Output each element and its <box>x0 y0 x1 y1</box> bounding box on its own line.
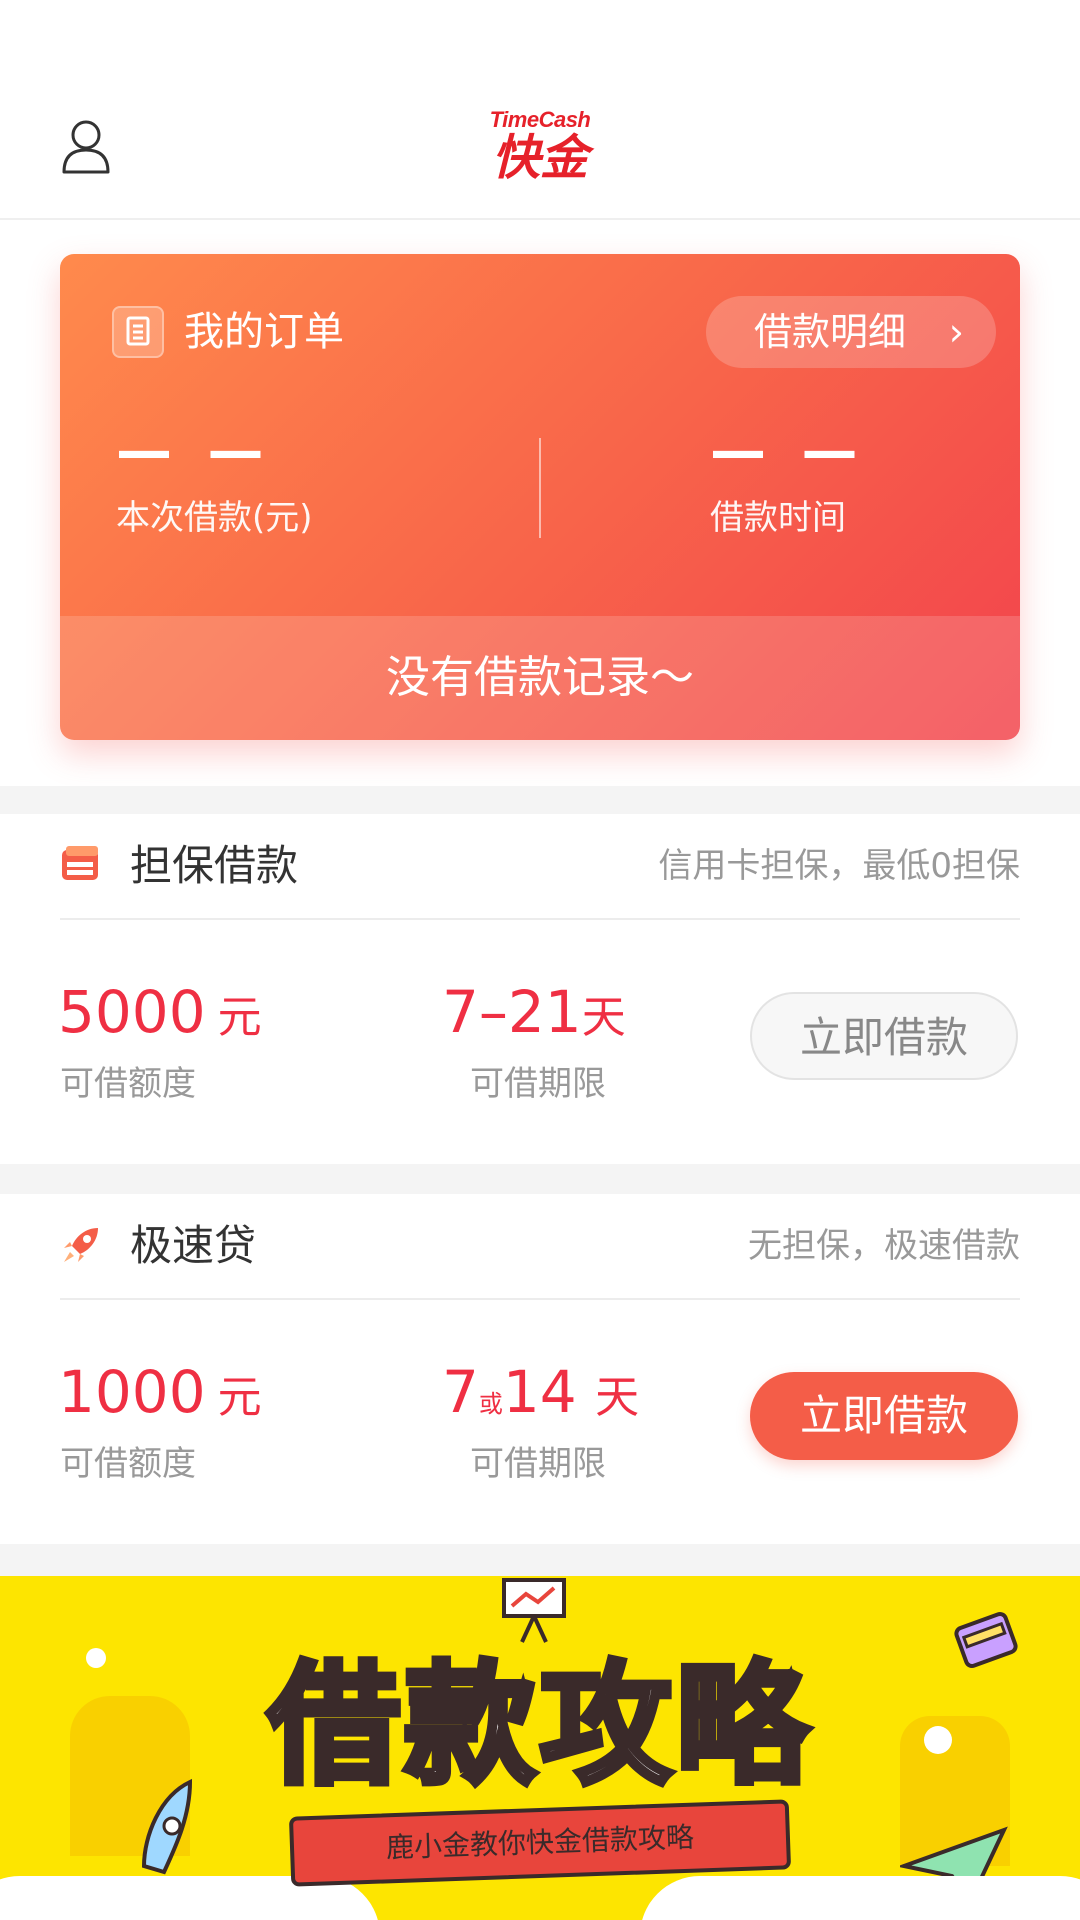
clipboard-icon <box>112 306 164 358</box>
borrow-now-button[interactable]: 立即借款 <box>750 1372 1018 1460</box>
user-icon[interactable] <box>60 118 112 174</box>
no-records-message: 没有借款记录～ <box>60 616 1020 740</box>
loan-amount-label: 本次借款(元) <box>116 498 313 538</box>
credit-limit-number: 1000 <box>58 1358 206 1426</box>
stat-divider <box>539 438 541 538</box>
loan-time-label: 借款时间 <box>710 498 846 538</box>
banner-dot <box>924 1726 952 1754</box>
rocket-icon <box>60 1224 102 1266</box>
loan-term-value: 7–21天 <box>442 980 626 1050</box>
loan-term-value: 7或14 天 <box>442 1360 639 1436</box>
loan-details-button[interactable]: 借款明细 › <box>706 296 996 368</box>
loan-term-number: 7–21 <box>442 978 582 1046</box>
loan-term-label: 可借期限 <box>470 1064 606 1104</box>
banner-cloud <box>640 1876 1080 1920</box>
loan-amount-stat: — — 本次借款(元) <box>116 419 313 542</box>
loan-time-stat: — — 借款时间 <box>710 419 866 542</box>
logo-text-cn: 快金 <box>491 130 588 186</box>
section-gap <box>0 1544 1080 1576</box>
chevron-right-icon: › <box>948 310 964 354</box>
credit-limit-value: 5000 元 <box>58 980 262 1050</box>
product-title: 担保借款 <box>130 841 299 890</box>
loan-term-or: 或 <box>478 1390 503 1418</box>
loan-term-min: 7 <box>442 1358 479 1426</box>
loan-term-unit: 天 <box>581 992 626 1043</box>
my-order-card: 我的订单 借款明细 › — — 本次借款(元) — — 借款时间 没有借款记录～ <box>60 254 1020 740</box>
credit-limit-unit: 元 <box>217 992 262 1043</box>
home-page: TimeCash 快金 我的订单 借款明细 › — — 本次借款(元) — — … <box>0 0 1080 1920</box>
loan-details-label: 借款明细 <box>754 310 907 354</box>
section-gap <box>0 786 1080 814</box>
borrow-now-button[interactable]: 立即借款 <box>750 992 1018 1080</box>
product-tagline: 信用卡担保，最低0担保 <box>658 846 1020 886</box>
loan-time-value: — — <box>710 419 866 484</box>
loan-guide-banner[interactable]: 借款攻略 鹿小金教你快金借款攻略 <box>0 1576 1080 1920</box>
app-logo: TimeCash 快金 <box>480 108 600 188</box>
credit-limit-label: 可借额度 <box>60 1064 196 1104</box>
banner-dot <box>86 1648 106 1668</box>
section-gap <box>0 1164 1080 1194</box>
loan-term-max: 14 <box>502 1358 577 1426</box>
product-divider <box>60 1298 1020 1300</box>
loan-term-unit: 天 <box>595 1372 640 1423</box>
credit-limit-value: 1000 元 <box>58 1360 262 1430</box>
banner-subtitle: 鹿小金教你快金借款攻略 <box>288 1799 792 1887</box>
credit-limit-label: 可借额度 <box>60 1444 196 1484</box>
product-title: 极速贷 <box>130 1221 257 1270</box>
credit-limit-unit: 元 <box>217 1372 262 1423</box>
product-guaranteed-loan: 担保借款 信用卡担保，最低0担保 5000 元 可借额度 7–21天 可借期限 立… <box>0 814 1080 1164</box>
banner-title: 借款攻略 <box>265 1646 812 1806</box>
product-express-loan: 极速贷 无担保，极速借款 1000 元 可借额度 7或14 天 可借期限 立即借款 <box>0 1194 1080 1544</box>
app-header: TimeCash 快金 <box>0 0 1080 220</box>
order-card-title: 我的订单 <box>184 309 344 355</box>
credit-card-icon <box>60 844 102 886</box>
logo-text-en: TimeCash <box>489 107 591 132</box>
loan-amount-value: — — <box>116 419 272 484</box>
wallet-icon <box>952 1606 1022 1680</box>
product-tagline: 无担保，极速借款 <box>748 1226 1020 1266</box>
loan-term-label: 可借期限 <box>470 1444 606 1484</box>
easel-icon <box>494 1576 574 1650</box>
product-divider <box>60 918 1020 920</box>
credit-limit-number: 5000 <box>58 978 206 1046</box>
